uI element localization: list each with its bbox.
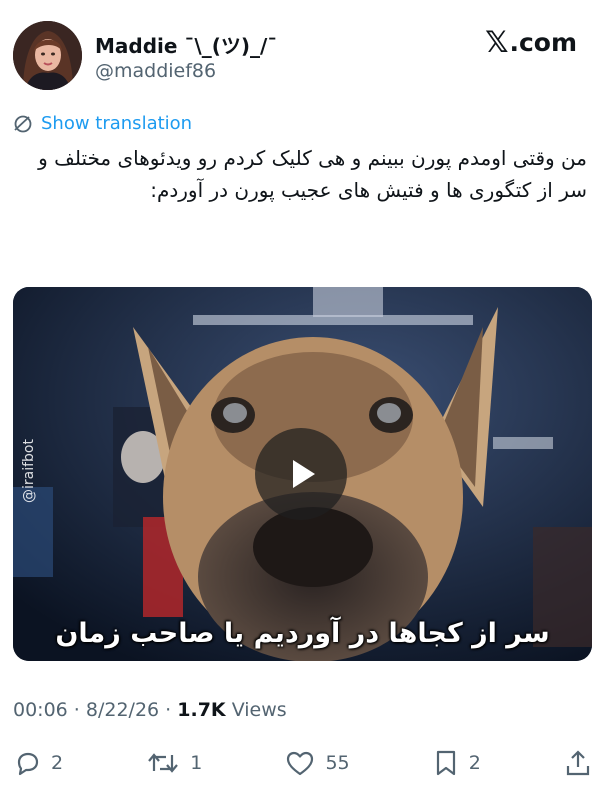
bookmark-button[interactable]: 2: [433, 749, 481, 777]
repost-count: 1: [190, 752, 203, 774]
avatar-portrait-icon: [13, 21, 82, 90]
video-watermark: @iraifbot: [20, 439, 37, 503]
avatar[interactable]: [13, 21, 82, 90]
user-handle[interactable]: @maddief86: [95, 60, 216, 82]
reply-icon: [17, 752, 39, 776]
action-bar: 2 1 55 2: [13, 746, 592, 780]
tweet-meta: 00:06 · 8/22/26 · 1.7K Views: [13, 699, 287, 721]
views-label: Views: [225, 699, 287, 721]
show-translation-label: Show translation: [41, 113, 193, 134]
tweet-text: من وقتی اومدم پورن ببینم و هی کلیک کردم …: [38, 146, 587, 202]
tweet-time[interactable]: 00:06: [13, 699, 68, 721]
reply-button[interactable]: 2: [13, 749, 63, 777]
play-icon: [293, 460, 315, 488]
meta-separator: ·: [159, 699, 178, 721]
play-button[interactable]: [255, 428, 347, 520]
bookmark-icon: [436, 750, 455, 776]
display-name[interactable]: Maddie ¯\_(ツ)_/¯: [95, 30, 277, 59]
share-icon: [566, 750, 590, 776]
x-logo-icon: 𝕏: [485, 25, 509, 59]
share-button[interactable]: [564, 749, 592, 777]
x-com-brand: 𝕏 .com: [485, 25, 577, 59]
like-button[interactable]: 55: [285, 749, 350, 777]
views-count: 1.7K: [177, 699, 226, 721]
globe-slash-icon: [14, 115, 32, 132]
show-translation-link[interactable]: Show translation: [13, 113, 192, 134]
tweet-date[interactable]: 8/22/26: [86, 699, 159, 721]
reply-count: 2: [51, 752, 64, 774]
repost-button[interactable]: 1: [146, 749, 202, 777]
heart-icon: [287, 751, 314, 776]
video-caption: سر از کجاها در آوردیم یا صاحب زمان: [55, 618, 550, 649]
bookmark-count: 2: [468, 752, 481, 774]
video-player[interactable]: @iraifbot سر از کجاها در آوردیم یا صاحب …: [13, 287, 592, 661]
like-count: 55: [325, 752, 350, 774]
meta-separator: ·: [67, 699, 86, 721]
repost-icon: [148, 753, 179, 773]
brand-domain: .com: [509, 28, 577, 57]
